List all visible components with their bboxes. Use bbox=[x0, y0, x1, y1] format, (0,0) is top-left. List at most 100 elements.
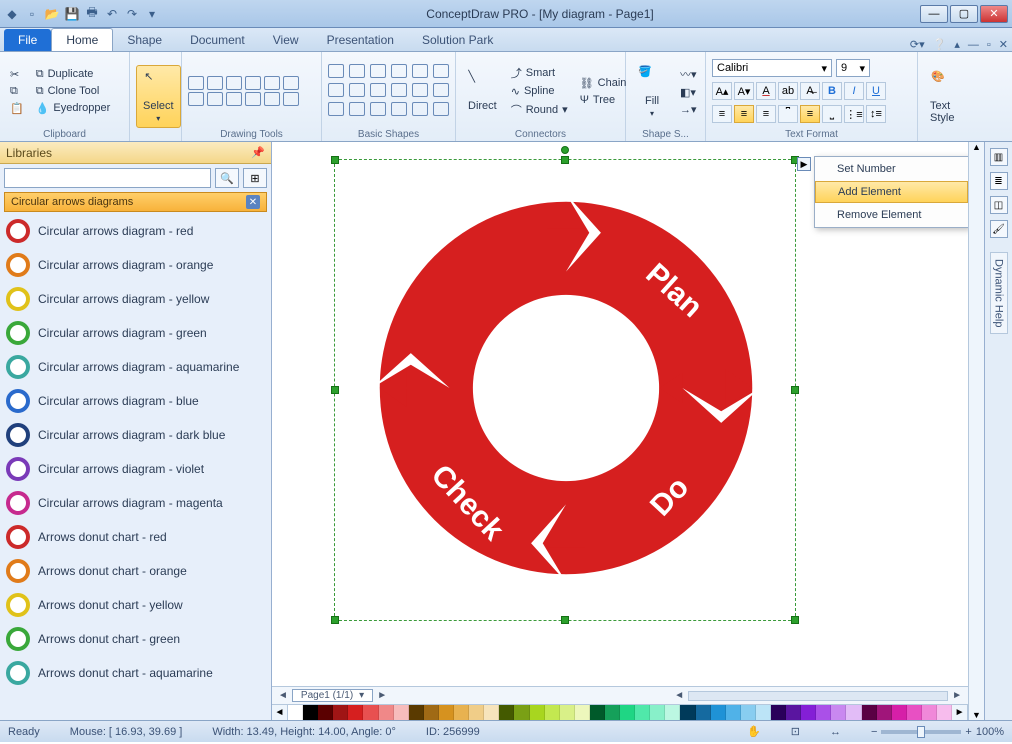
color-swatch[interactable] bbox=[499, 705, 514, 720]
color-swatch[interactable] bbox=[635, 705, 650, 720]
drawing-tools-row1[interactable] bbox=[188, 76, 299, 90]
fill-button[interactable]: 🪣Fill▾ bbox=[632, 61, 672, 122]
save-icon[interactable]: 💾 bbox=[64, 6, 80, 22]
smart-connector-button[interactable]: ⤴ Smart bbox=[507, 64, 572, 82]
clone-tool-button[interactable]: ⧉ Clone Tool bbox=[32, 84, 115, 99]
color-swatch[interactable] bbox=[831, 705, 846, 720]
smart-tag-button[interactable]: ▶ bbox=[797, 157, 811, 171]
spline-connector-button[interactable]: ∿ Spline bbox=[507, 84, 572, 99]
color-swatch[interactable] bbox=[726, 705, 741, 720]
color-swatch[interactable] bbox=[484, 705, 499, 720]
menu-add-element[interactable]: Add Element bbox=[815, 181, 968, 203]
minimize-button[interactable]: — bbox=[920, 5, 948, 23]
align-left-button[interactable]: ≡ bbox=[712, 105, 732, 123]
drawing-tools-row2[interactable] bbox=[188, 92, 299, 106]
resize-handle-s[interactable] bbox=[561, 616, 569, 624]
color-swatch[interactable] bbox=[892, 705, 907, 720]
color-swatch[interactable] bbox=[318, 705, 333, 720]
library-item[interactable]: Circular arrows diagram - blue bbox=[4, 384, 267, 418]
library-item[interactable]: Circular arrows diagram - red bbox=[4, 214, 267, 248]
search-icon[interactable]: 🔍 bbox=[215, 168, 239, 188]
menu-set-number[interactable]: Set Number bbox=[815, 157, 968, 181]
align-right-button[interactable]: ≡ bbox=[756, 105, 776, 123]
zoom-in-button[interactable]: + bbox=[965, 726, 971, 738]
italic-button[interactable]: I bbox=[844, 82, 864, 100]
decrease-font-button[interactable]: A▾ bbox=[734, 82, 754, 100]
color-swatch[interactable] bbox=[348, 705, 363, 720]
cut-button[interactable]: ✂ bbox=[6, 67, 28, 82]
layers-panel-icon[interactable]: ≣ bbox=[990, 172, 1008, 190]
print-icon[interactable]: 🖶 bbox=[84, 6, 100, 22]
align-bottom-button[interactable]: ⎵ bbox=[822, 105, 842, 123]
tab-home[interactable]: Home bbox=[51, 28, 113, 51]
color-swatch[interactable] bbox=[741, 705, 756, 720]
color-swatch[interactable] bbox=[862, 705, 877, 720]
collapse-ribbon-icon[interactable]: ▴ bbox=[950, 38, 964, 51]
new-icon[interactable]: ▫ bbox=[24, 6, 40, 22]
doc-restore-icon[interactable]: ▫ bbox=[983, 39, 995, 51]
color-swatch[interactable] bbox=[454, 705, 469, 720]
color-swatch[interactable] bbox=[877, 705, 892, 720]
inspector-icon[interactable]: ◫ bbox=[990, 196, 1008, 214]
color-swatch[interactable] bbox=[665, 705, 680, 720]
underline-button[interactable]: U bbox=[866, 82, 886, 100]
tab-shape[interactable]: Shape bbox=[113, 29, 176, 51]
help-icon[interactable]: ❔ bbox=[929, 38, 951, 51]
basic-shapes-grid[interactable] bbox=[328, 64, 451, 118]
chain-connector-button[interactable]: ⛓ Chain bbox=[576, 76, 631, 91]
color-swatch[interactable] bbox=[303, 705, 318, 720]
resize-handle-n[interactable] bbox=[561, 156, 569, 164]
palette-prev-icon[interactable]: ◄ bbox=[272, 705, 288, 720]
library-item[interactable]: Circular arrows diagram - violet bbox=[4, 452, 267, 486]
direct-connector-button[interactable]: ╲Direct bbox=[462, 66, 503, 116]
dynamic-help-tab[interactable]: Dynamic Help bbox=[990, 252, 1008, 334]
doc-min-icon[interactable]: — bbox=[964, 39, 983, 51]
color-swatch[interactable] bbox=[922, 705, 937, 720]
library-item[interactable]: Circular arrows diagram - aquamarine bbox=[4, 350, 267, 384]
library-item[interactable]: Arrows donut chart - aquamarine bbox=[4, 656, 267, 690]
color-swatch[interactable] bbox=[620, 705, 635, 720]
hscroll-right-icon[interactable]: ► bbox=[952, 690, 962, 701]
doc-close-icon[interactable]: ✕ bbox=[995, 38, 1012, 51]
font-color-button[interactable]: A bbox=[756, 82, 776, 100]
highlight-button[interactable]: ab bbox=[778, 82, 798, 100]
color-swatch[interactable] bbox=[530, 705, 545, 720]
pin-icon[interactable]: 📌 bbox=[251, 146, 265, 159]
color-swatch[interactable] bbox=[288, 705, 303, 720]
library-options-icon[interactable]: ⊞ bbox=[243, 168, 267, 188]
color-swatch[interactable] bbox=[605, 705, 620, 720]
color-swatch[interactable] bbox=[801, 705, 816, 720]
page-selector[interactable]: Page1 (1/1)▾ bbox=[292, 689, 373, 702]
color-swatch[interactable] bbox=[711, 705, 726, 720]
maximize-button[interactable]: ▢ bbox=[950, 5, 978, 23]
fit-width-icon[interactable]: ↔ bbox=[830, 726, 841, 738]
color-swatch[interactable] bbox=[363, 705, 378, 720]
color-swatch[interactable] bbox=[560, 705, 575, 720]
pan-tool-icon[interactable]: ✋ bbox=[747, 725, 761, 738]
align-middle-button[interactable]: ≡ bbox=[800, 105, 820, 123]
color-swatch[interactable] bbox=[650, 705, 665, 720]
color-swatch[interactable] bbox=[680, 705, 695, 720]
hscroll-left-icon[interactable]: ◄ bbox=[674, 690, 684, 701]
file-tab[interactable]: File bbox=[4, 29, 51, 51]
color-swatch[interactable] bbox=[333, 705, 348, 720]
library-item[interactable]: Circular arrows diagram - yellow bbox=[4, 282, 267, 316]
open-icon[interactable]: 📂 bbox=[44, 6, 60, 22]
select-tool-button[interactable]: ↖Select▾ bbox=[136, 65, 181, 128]
strikethrough-button[interactable]: A̶ bbox=[800, 82, 820, 100]
tab-document[interactable]: Document bbox=[176, 29, 259, 51]
color-swatch[interactable] bbox=[756, 705, 771, 720]
text-style-button[interactable]: 🎨Text Style bbox=[924, 66, 966, 128]
library-item[interactable]: Arrows donut chart - yellow bbox=[4, 588, 267, 622]
copy-button[interactable]: ⧉ bbox=[6, 84, 28, 99]
resize-handle-sw[interactable] bbox=[331, 616, 339, 624]
tree-connector-button[interactable]: Ψ Tree bbox=[576, 93, 631, 107]
color-swatch[interactable] bbox=[786, 705, 801, 720]
tab-presentation[interactable]: Presentation bbox=[313, 29, 408, 51]
color-swatch[interactable] bbox=[439, 705, 454, 720]
font-selector[interactable]: Calibri▾ bbox=[712, 59, 832, 77]
circular-diagram[interactable]: Plan Do Check bbox=[372, 194, 760, 582]
color-swatch[interactable] bbox=[379, 705, 394, 720]
color-swatch[interactable] bbox=[394, 705, 409, 720]
color-swatch[interactable] bbox=[469, 705, 484, 720]
